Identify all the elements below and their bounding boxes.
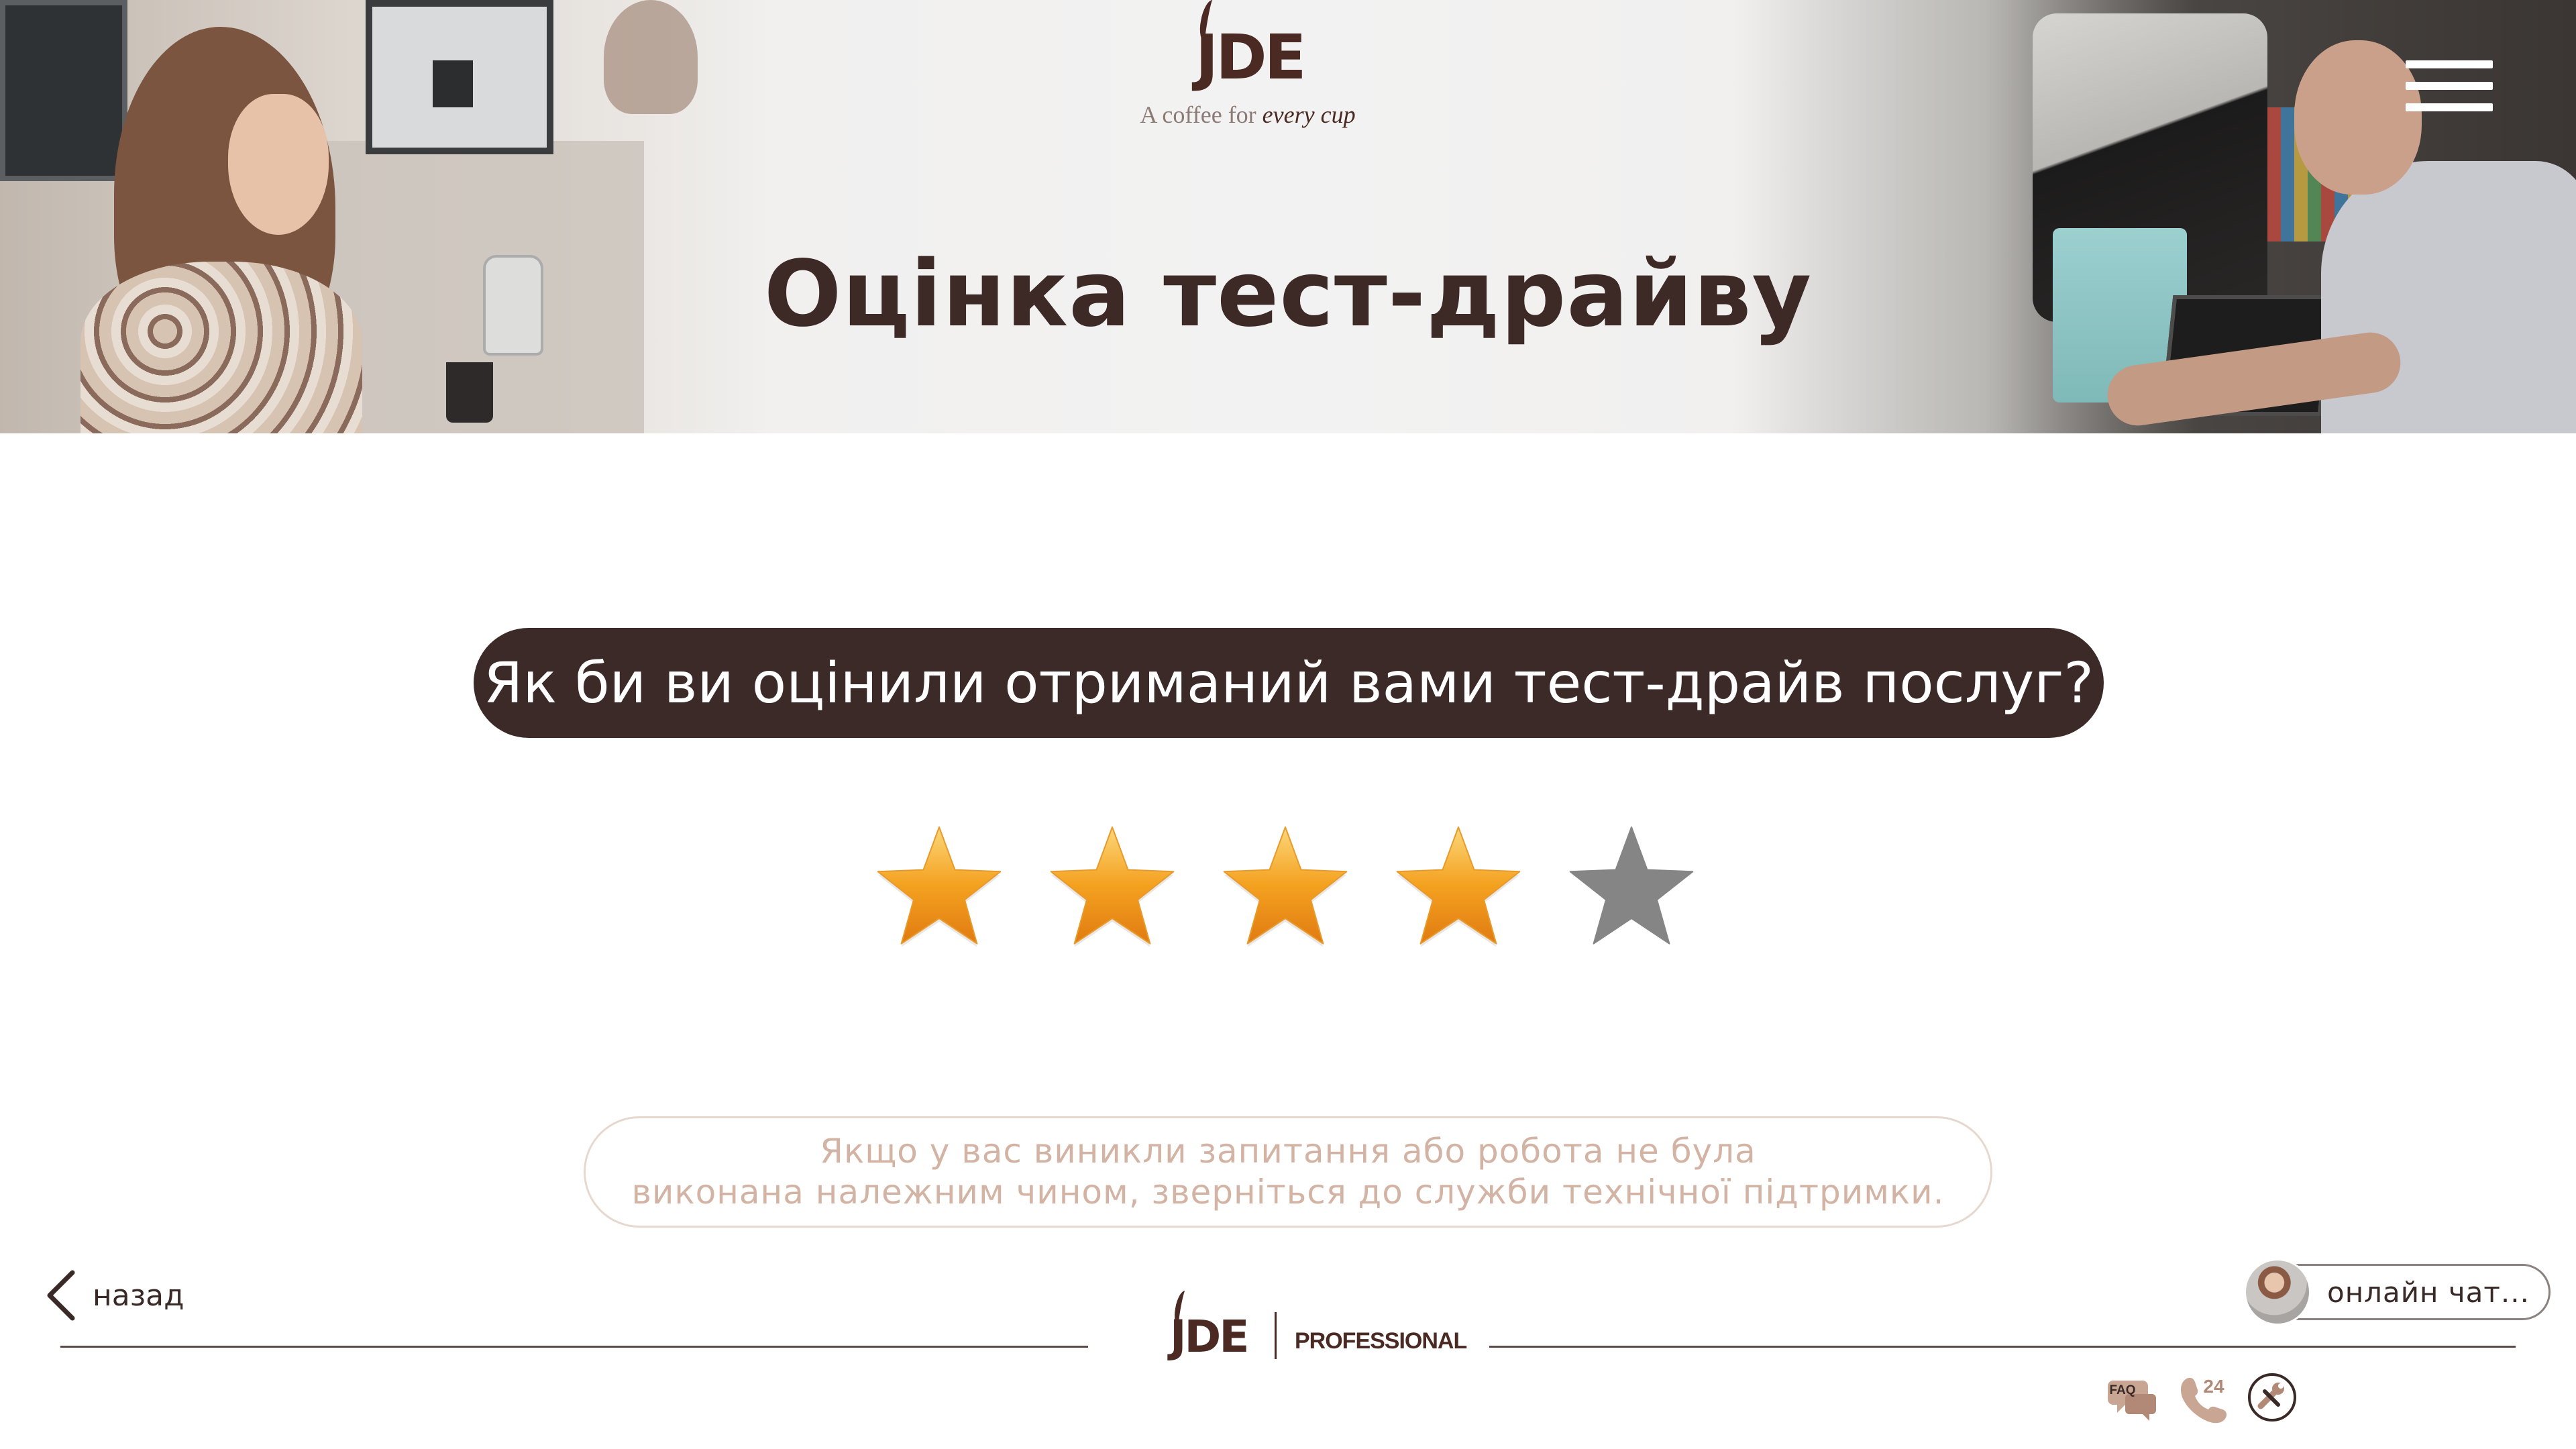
phone-24-label: 24	[2203, 1376, 2224, 1397]
rating-page: JDE A coffee for every cup Оцінка тест-д…	[0, 0, 2576, 1449]
star-filled-icon[interactable]	[1391, 822, 1525, 956]
star-filled-icon[interactable]	[1218, 822, 1352, 956]
logo-text: JDE	[1195, 21, 1306, 93]
back-label: назад	[93, 1278, 184, 1313]
star-empty-icon[interactable]	[1564, 822, 1699, 956]
star-rating[interactable]	[872, 822, 1704, 956]
phone-24-icon[interactable]: 24	[2176, 1371, 2229, 1424]
support-note-line-2: виконана належним чином, зверніться до с…	[631, 1173, 1945, 1212]
chat-agent-avatar	[2244, 1258, 2311, 1326]
footer-divider-right	[1489, 1346, 2516, 1348]
faq-icon[interactable]: FAQ	[2106, 1371, 2159, 1424]
support-note-line-1: Якщо у вас виникли запитання або робота …	[820, 1132, 1756, 1171]
jde-professional-logo: JDE PROFESSIONAL	[1167, 1288, 1467, 1368]
chevron-left-icon	[47, 1270, 75, 1321]
faq-icon-label: FAQ	[2109, 1383, 2135, 1397]
back-button[interactable]: назад	[42, 1265, 184, 1326]
jde-logo: JDE A coffee for every cup	[1134, 0, 1356, 134]
page-title: Оцінка тест-драйву	[763, 241, 1813, 347]
wrench-service-icon[interactable]	[2246, 1371, 2298, 1424]
brand-tagline: A coffee for every cup	[1140, 101, 1356, 128]
chat-label: онлайн чат...	[2327, 1275, 2530, 1309]
footer-divider-left	[60, 1346, 1088, 1348]
support-note: Якщо у вас виникли запитання або робота …	[584, 1116, 1992, 1228]
hamburger-menu-icon[interactable]	[2406, 60, 2493, 122]
star-filled-icon[interactable]	[872, 822, 1006, 956]
office-photo	[0, 0, 771, 433]
header-banner: JDE A coffee for every cup Оцінка тест-д…	[0, 0, 2576, 433]
rating-question: Як би ви оцінили отриманий вами тест-дра…	[474, 628, 2104, 738]
online-chat-button[interactable]: онлайн чат...	[2244, 1258, 2551, 1326]
star-filled-icon[interactable]	[1045, 822, 1179, 956]
